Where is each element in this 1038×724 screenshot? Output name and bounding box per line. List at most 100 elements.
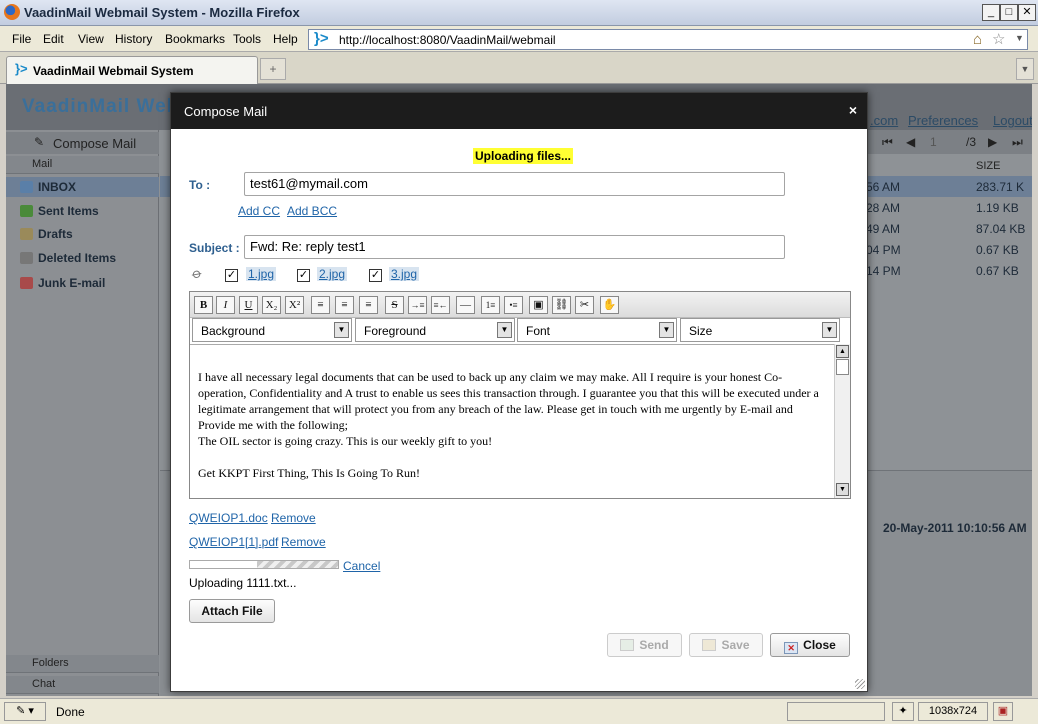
folders-section[interactable]: Folders: [6, 655, 159, 673]
remove-attachment-link[interactable]: Remove: [281, 535, 326, 549]
attachment-checkbox[interactable]: ✓: [369, 269, 382, 282]
bold-button[interactable]: B: [194, 296, 213, 314]
foreground-select[interactable]: Foreground ▼: [355, 318, 515, 342]
inline-attachment-link[interactable]: 1.jpg: [246, 267, 277, 281]
sent-icon: [20, 205, 33, 217]
inline-attachment-link[interactable]: 2.jpg: [317, 267, 348, 281]
indent-button[interactable]: →≡: [408, 296, 427, 314]
addon-icon[interactable]: ✦: [892, 702, 914, 721]
menu-tools[interactable]: Tools: [233, 32, 261, 46]
menu-edit[interactable]: Edit: [43, 32, 64, 46]
font-select[interactable]: Font ▼: [517, 318, 677, 342]
save-button[interactable]: Save: [689, 633, 763, 657]
menu-history[interactable]: History: [115, 32, 152, 46]
url-dropdown-icon[interactable]: ▼: [1015, 33, 1024, 43]
new-tab-icon[interactable]: +: [260, 58, 286, 80]
body-scrollbar[interactable]: ▲ ▼: [834, 344, 850, 498]
junk-icon: [20, 277, 33, 289]
mail-section[interactable]: Mail: [6, 156, 159, 174]
folder-drafts[interactable]: Drafts: [20, 227, 73, 241]
scroll-up-icon[interactable]: ▲: [836, 345, 849, 358]
size-column-header[interactable]: SIZE: [962, 156, 1032, 176]
next-page-icon[interactable]: ▶: [988, 135, 997, 149]
attachment-checkbox[interactable]: ✓: [297, 269, 310, 282]
minimize-button[interactable]: _: [982, 4, 1000, 21]
link-button[interactable]: ⛓: [552, 296, 571, 314]
folder-inbox[interactable]: INBOX: [20, 180, 76, 194]
header-link-domain[interactable]: .com: [870, 113, 898, 128]
outdent-button[interactable]: ≡←: [431, 296, 450, 314]
inline-attachment-link[interactable]: 3.jpg: [389, 267, 420, 281]
uploading-file-label: Uploading 1111.txt...: [189, 576, 297, 590]
menu-file[interactable]: File: [12, 32, 31, 46]
folder-junk[interactable]: Junk E-mail: [20, 276, 105, 290]
preferences-link[interactable]: Preferences: [908, 113, 978, 128]
align-left-button[interactable]: ≡: [311, 296, 330, 314]
progress-fill: [190, 561, 257, 568]
folder-sent[interactable]: Sent Items: [20, 204, 99, 218]
preview-date: 20-May-2011 10:10:56 AM: [883, 521, 1027, 535]
italic-button[interactable]: I: [216, 296, 235, 314]
subject-field[interactable]: Fwd: Re: reply test1: [244, 235, 785, 259]
menu-view[interactable]: View: [78, 32, 104, 46]
site-icon: }>: [314, 30, 329, 47]
logout-link[interactable]: Logout: [993, 113, 1032, 128]
align-center-button[interactable]: ≡: [335, 296, 354, 314]
remove-format-button[interactable]: ✋: [600, 296, 619, 314]
attachment-checkbox[interactable]: ✓: [225, 269, 238, 282]
size-select[interactable]: Size ▼: [680, 318, 840, 342]
superscript-button[interactable]: X²: [285, 296, 304, 314]
home-icon[interactable]: ⌂: [973, 31, 982, 48]
to-label: To :: [189, 178, 211, 192]
prev-page-icon[interactable]: ◀: [906, 135, 915, 149]
compose-mail-button[interactable]: ✎ Compose Mail: [6, 132, 159, 154]
horizontal-rule-button[interactable]: —: [456, 296, 475, 314]
strikethrough-button[interactable]: S: [385, 296, 404, 314]
subject-label: Subject :: [189, 241, 240, 255]
last-page-icon[interactable]: ⏭: [1012, 135, 1023, 150]
paperclip-icon: ⌀: [189, 264, 206, 283]
close-button[interactable]: ✕ Close: [770, 633, 850, 657]
close-window-button[interactable]: ✕: [1018, 4, 1036, 21]
background-select[interactable]: Background ▼: [192, 318, 352, 342]
cancel-upload-link[interactable]: Cancel: [343, 559, 380, 573]
chevron-down-icon: ▼: [497, 322, 512, 338]
resize-handle-icon[interactable]: [855, 679, 865, 689]
underline-button[interactable]: U: [239, 296, 258, 314]
attachment-link[interactable]: QWEIOP1.doc: [189, 511, 268, 525]
dialog-title: Compose Mail: [184, 104, 268, 119]
tab-list-icon[interactable]: ▼: [1016, 58, 1034, 80]
status-menu-icon[interactable]: ✎ ▾: [4, 702, 46, 721]
ordered-list-button[interactable]: 1≡: [481, 296, 500, 314]
message-body[interactable]: I have all necessary legal documents tha…: [190, 344, 850, 498]
close-icon[interactable]: ×: [849, 102, 857, 118]
unordered-list-button[interactable]: •≡: [504, 296, 523, 314]
scroll-down-icon[interactable]: ▼: [836, 483, 849, 496]
extension-icon[interactable]: ▣: [993, 702, 1013, 721]
browser-tab[interactable]: }> VaadinMail Webmail System: [6, 56, 258, 84]
chevron-down-icon: ▼: [822, 322, 837, 338]
menu-bookmarks[interactable]: Bookmarks: [165, 32, 225, 46]
chat-section[interactable]: Chat: [6, 676, 159, 694]
trash-icon: [20, 252, 33, 264]
to-field[interactable]: test61@mymail.com: [244, 172, 785, 196]
first-page-icon[interactable]: ⏮: [882, 135, 893, 150]
scroll-thumb[interactable]: [836, 359, 849, 375]
maximize-button[interactable]: □: [1000, 4, 1018, 21]
menu-help[interactable]: Help: [273, 32, 298, 46]
unlink-button[interactable]: ✂: [575, 296, 594, 314]
page-input[interactable]: 1: [930, 135, 937, 149]
add-cc-link[interactable]: Add CC: [238, 204, 280, 218]
url-bar[interactable]: }> http://localhost:8080/VaadinMail/webm…: [308, 29, 1028, 50]
attach-file-button[interactable]: Attach File: [189, 599, 275, 623]
attachment-link[interactable]: QWEIOP1[1].pdf: [189, 535, 278, 549]
star-icon[interactable]: ☆: [992, 30, 1005, 48]
image-button[interactable]: ▣: [529, 296, 548, 314]
add-bcc-link[interactable]: Add BCC: [287, 204, 337, 218]
subscript-button[interactable]: X₂: [262, 296, 281, 314]
align-right-button[interactable]: ≡: [359, 296, 378, 314]
remove-attachment-link[interactable]: Remove: [271, 511, 316, 525]
folder-deleted[interactable]: Deleted Items: [20, 251, 116, 265]
tab-title: VaadinMail Webmail System: [33, 64, 194, 78]
send-button[interactable]: Send: [607, 633, 682, 657]
